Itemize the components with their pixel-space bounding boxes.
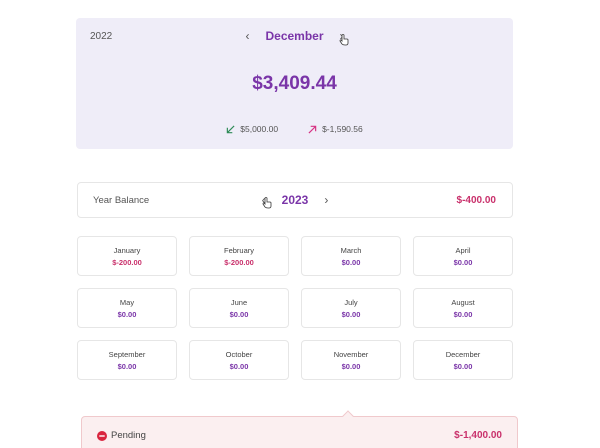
pending-label: Pending [111, 430, 146, 441]
month-cell-february[interactable]: February $-200.00 [189, 236, 289, 276]
month-cell-june[interactable]: June $0.00 [189, 288, 289, 328]
month-cell-december[interactable]: December $0.00 [413, 340, 513, 380]
month-name: April [455, 245, 471, 255]
hand-pointer-icon [262, 197, 272, 209]
month-flows: $5,000.00 $-1,590.56 [76, 124, 513, 134]
current-month-label: December [265, 29, 324, 43]
month-total-amount: $3,409.44 [252, 73, 337, 94]
month-value: $0.00 [453, 361, 473, 371]
month-value: $0.00 [453, 257, 473, 267]
month-name: September [108, 349, 146, 359]
month-value: $0.00 [453, 309, 473, 319]
year-balance-amount: $-400.00 [456, 195, 496, 206]
month-value: $0.00 [341, 309, 361, 319]
month-cell-march[interactable]: March $0.00 [301, 236, 401, 276]
month-value: $-200.00 [112, 257, 142, 267]
month-summary-card: 2022 ‹ December › $3,409.44 $5,000.00 $-… [76, 18, 513, 149]
month-name: December [445, 349, 481, 359]
arrow-down-left-icon [227, 124, 235, 133]
month-value: $0.00 [117, 309, 137, 319]
month-name: November [333, 349, 369, 359]
month-cell-august[interactable]: August $0.00 [413, 288, 513, 328]
month-name: August [451, 297, 475, 307]
month-name: January [113, 245, 141, 255]
expense-flow: $-1,590.56 [308, 124, 363, 134]
month-cell-november[interactable]: November $0.00 [301, 340, 401, 380]
income-flow: $5,000.00 [226, 124, 278, 134]
chevron-right-icon[interactable]: › [324, 194, 328, 206]
month-name: October [225, 349, 253, 359]
month-value: $0.00 [229, 309, 249, 319]
pending-amount: $-1,400.00 [454, 430, 502, 441]
month-grid: January $-200.00 February $-200.00 March $0… [77, 236, 513, 380]
pending-card-notch [342, 410, 354, 422]
month-cell-july[interactable]: July $0.00 [301, 288, 401, 328]
month-value: $-200.00 [224, 257, 254, 267]
month-value: $0.00 [341, 257, 361, 267]
current-year-label: 2023 [281, 193, 309, 207]
month-value: $0.00 [341, 361, 361, 371]
month-name: May [119, 297, 135, 307]
month-name: June [230, 297, 248, 307]
month-cell-january[interactable]: January $-200.00 [77, 236, 177, 276]
chevron-left-icon[interactable]: ‹ [245, 30, 249, 42]
month-name: March [340, 245, 362, 255]
month-value: $0.00 [229, 361, 249, 371]
year-balance-bar: Year Balance ‹ 2023 › $-400.00 [77, 182, 513, 218]
income-amount: $5,000.00 [240, 124, 279, 134]
month-navigator: ‹ December › [76, 29, 513, 43]
month-cell-october[interactable]: October $0.00 [189, 340, 289, 380]
expense-amount: $-1,590.56 [322, 124, 363, 134]
month-cell-may[interactable]: May $0.00 [77, 288, 177, 328]
arrow-up-right-icon [308, 125, 317, 134]
month-name: February [223, 245, 254, 255]
year-navigator: ‹ 2023 › [78, 193, 512, 207]
pending-card[interactable]: Pending $-1,400.00 [81, 410, 518, 448]
hand-pointer-icon [339, 34, 349, 46]
month-name: July [344, 297, 358, 307]
minus-circle-icon [97, 431, 107, 441]
month-cell-september[interactable]: September $0.00 [77, 340, 177, 380]
month-cell-april[interactable]: April $0.00 [413, 236, 513, 276]
month-value: $0.00 [117, 361, 137, 371]
